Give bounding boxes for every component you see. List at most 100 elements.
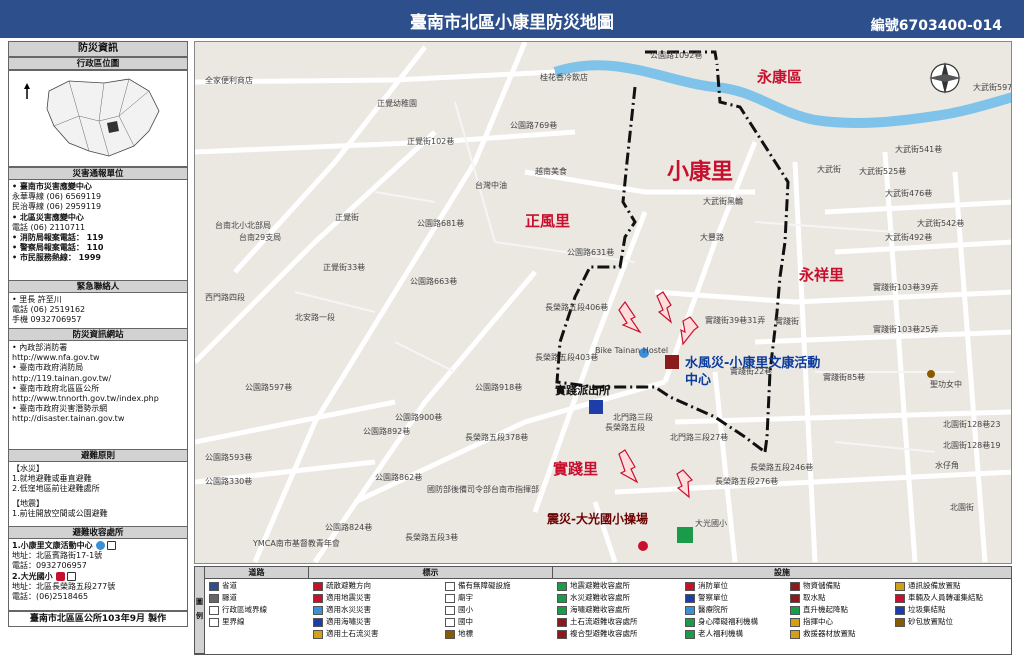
section-header: 災害通報單位 [8,167,188,180]
legend-facility-icon [790,605,800,615]
legend-road: 省道 [209,581,237,591]
report-line: • 北區災害應變中心 [12,212,84,222]
legend-mark: 地標 [445,629,473,639]
legend-facility: 消防單位 [685,581,728,591]
legend-mark-icon [445,617,455,627]
street-label: 西門路四段 [205,293,245,302]
legend-mark: 適用土石流災害 [313,629,379,639]
legend-facility-icon [895,593,905,603]
accessible-icon [107,541,117,550]
street-label: 公園路862巷 [375,473,423,482]
street-label: 桂花香冷飲店 [540,73,588,82]
shelter-line: 電話：(06)2518465 [12,592,89,602]
legend-facility: 垃圾集結點 [895,605,946,615]
legend-mark-icon [313,629,323,639]
shelter-line: 地址：北區長榮路五段277號 [12,581,116,591]
section-header: 避難原則 [8,449,188,462]
web-link[interactable]: http://www.nfa.gov.tw [12,353,184,363]
web-link[interactable]: http://www.tnnorth.gov.tw/index.php [12,394,184,404]
principle-line: 【水災】 [12,464,44,473]
street-label: 公園路918巷 [475,383,523,392]
street-label: 實踐街22巷 [730,367,773,376]
principle-line: 1.就地避難或垂直避難 [12,474,92,484]
street-label: 大武街525巷 [859,167,907,176]
web-link[interactable]: http://119.tainan.gov.tw/ [12,374,184,384]
police-marker[interactable] [589,400,603,414]
legend-road: 里界線 [209,617,245,627]
street-label: 北園街 [950,503,974,512]
street-label: 公園路330巷 [205,477,253,486]
street-label: 公園路1092巷 [650,51,703,60]
legend-mark-icon [313,617,323,627]
street-label: 大武街541巷 [895,145,943,154]
region-label: 永康區 [757,68,803,86]
street-label: 大武街黑輪 [703,197,743,206]
legend-facility: 地震避難收容處所 [557,581,630,591]
legend-mark: 國中 [445,617,473,627]
legend-facility: 車輛及人員轉運集結點 [895,593,983,603]
legend-facility: 土石流避難收容處所 [557,617,638,627]
shelter-line: 電話：0932706957 [12,561,87,571]
websites: • 內政部消防署 http://www.nfa.gov.tw • 臺南市政府消防… [8,341,188,449]
section-header: 防災資訊網站 [8,328,188,341]
shelter-name: 2.大光國小 [12,571,184,582]
street-label: 公園路824巷 [325,523,373,532]
street-label: 長榮路五段3巷 [405,533,459,542]
web-link[interactable]: http://disaster.tainan.gov.tw [12,414,184,424]
section-header: 防災資訊 [8,41,188,57]
accessible-icon [67,571,77,581]
flood-shelter-icon [96,541,106,550]
street-label: 大武街 [817,165,841,174]
legend-mark: 適用地震災害 [313,593,371,603]
shelter-name: 1.小康里文康活動中心 [12,541,184,551]
legend-road: 縣道 [209,593,237,603]
street-label: 公園路900巷 [395,413,443,422]
legend-facility: 救援器材放置點 [790,629,856,639]
street-label: 台南29支局 [239,233,282,242]
legend-mark-icon [313,605,323,615]
street-label: 水仔角 [935,461,959,470]
helipad-marker[interactable] [677,527,693,543]
side-panel: 防災資訊 行政區位圖 災害通報單位 • 臺南市災害應變中心 永華專線 (06) … [8,41,188,645]
legend-facility-icon [790,581,800,591]
street-label: 實踐街39巷31弄 [705,316,766,325]
police-label: 實踐派出所 [555,384,610,397]
legend-road-icon [209,605,219,615]
street-label: 全家便利商店 [205,76,253,85]
legend-road-icon [209,617,219,627]
disaster-map[interactable]: 小康里 正風里 永康區 永祥里 實踐里 水風災-小康里文康活動中心 實踐派出所 … [194,41,1012,564]
legend-facility-icon [790,617,800,627]
street-label: 公園路593巷 [205,453,253,462]
street-label: 大光國小 [695,519,727,528]
legend-facility: 通訊設備放置點 [895,581,961,591]
legend-facility-icon [790,593,800,603]
legend-facility: 複合型避難收容處所 [557,629,638,639]
legend-facility: 取水點 [790,593,826,603]
legend-facility: 老人福利機構 [685,629,743,639]
street-label: 正覺街 [335,213,359,222]
street-label: Bike Tainan Hostel [595,346,669,355]
legend-mark: 國小 [445,605,473,615]
legend-facility-icon [685,593,695,603]
legend-road: 行政區域界線 [209,605,267,615]
street-label: 大武街476巷 [885,189,933,198]
report-line: • 臺南市災害應變中心 [12,182,92,191]
street-label: 實踐街103巷25弄 [873,325,939,334]
street-label: 長榮路五段276巷 [715,477,779,486]
emergency-contact: • 里長 許至川 電話 (06) 2519162 手機 0932706957 [8,293,188,328]
legend-facility-icon [685,581,695,591]
legend-header: 道路 [205,567,309,579]
report-line: • 市民服務熱線： 1999 [12,253,101,263]
street-label: 長榮路五段406巷 [545,303,609,312]
report-line: 電話 (06) 2110711 [12,222,86,232]
street-label: 實踐街 [775,317,799,326]
report-line: 永華專線 (06) 6569119 [12,192,102,202]
legend-facility-icon [557,593,567,603]
legend-side: 圖例 [195,567,205,654]
street-label: 台南北小北部局 [215,221,271,230]
earthquake-shelter-icon [56,571,66,581]
legend-mark: 適用水災災害 [313,605,371,615]
street-label: 台灣中油 [475,181,507,190]
legend-header: 設施 [553,567,1011,579]
shelter-marker[interactable] [665,355,679,369]
